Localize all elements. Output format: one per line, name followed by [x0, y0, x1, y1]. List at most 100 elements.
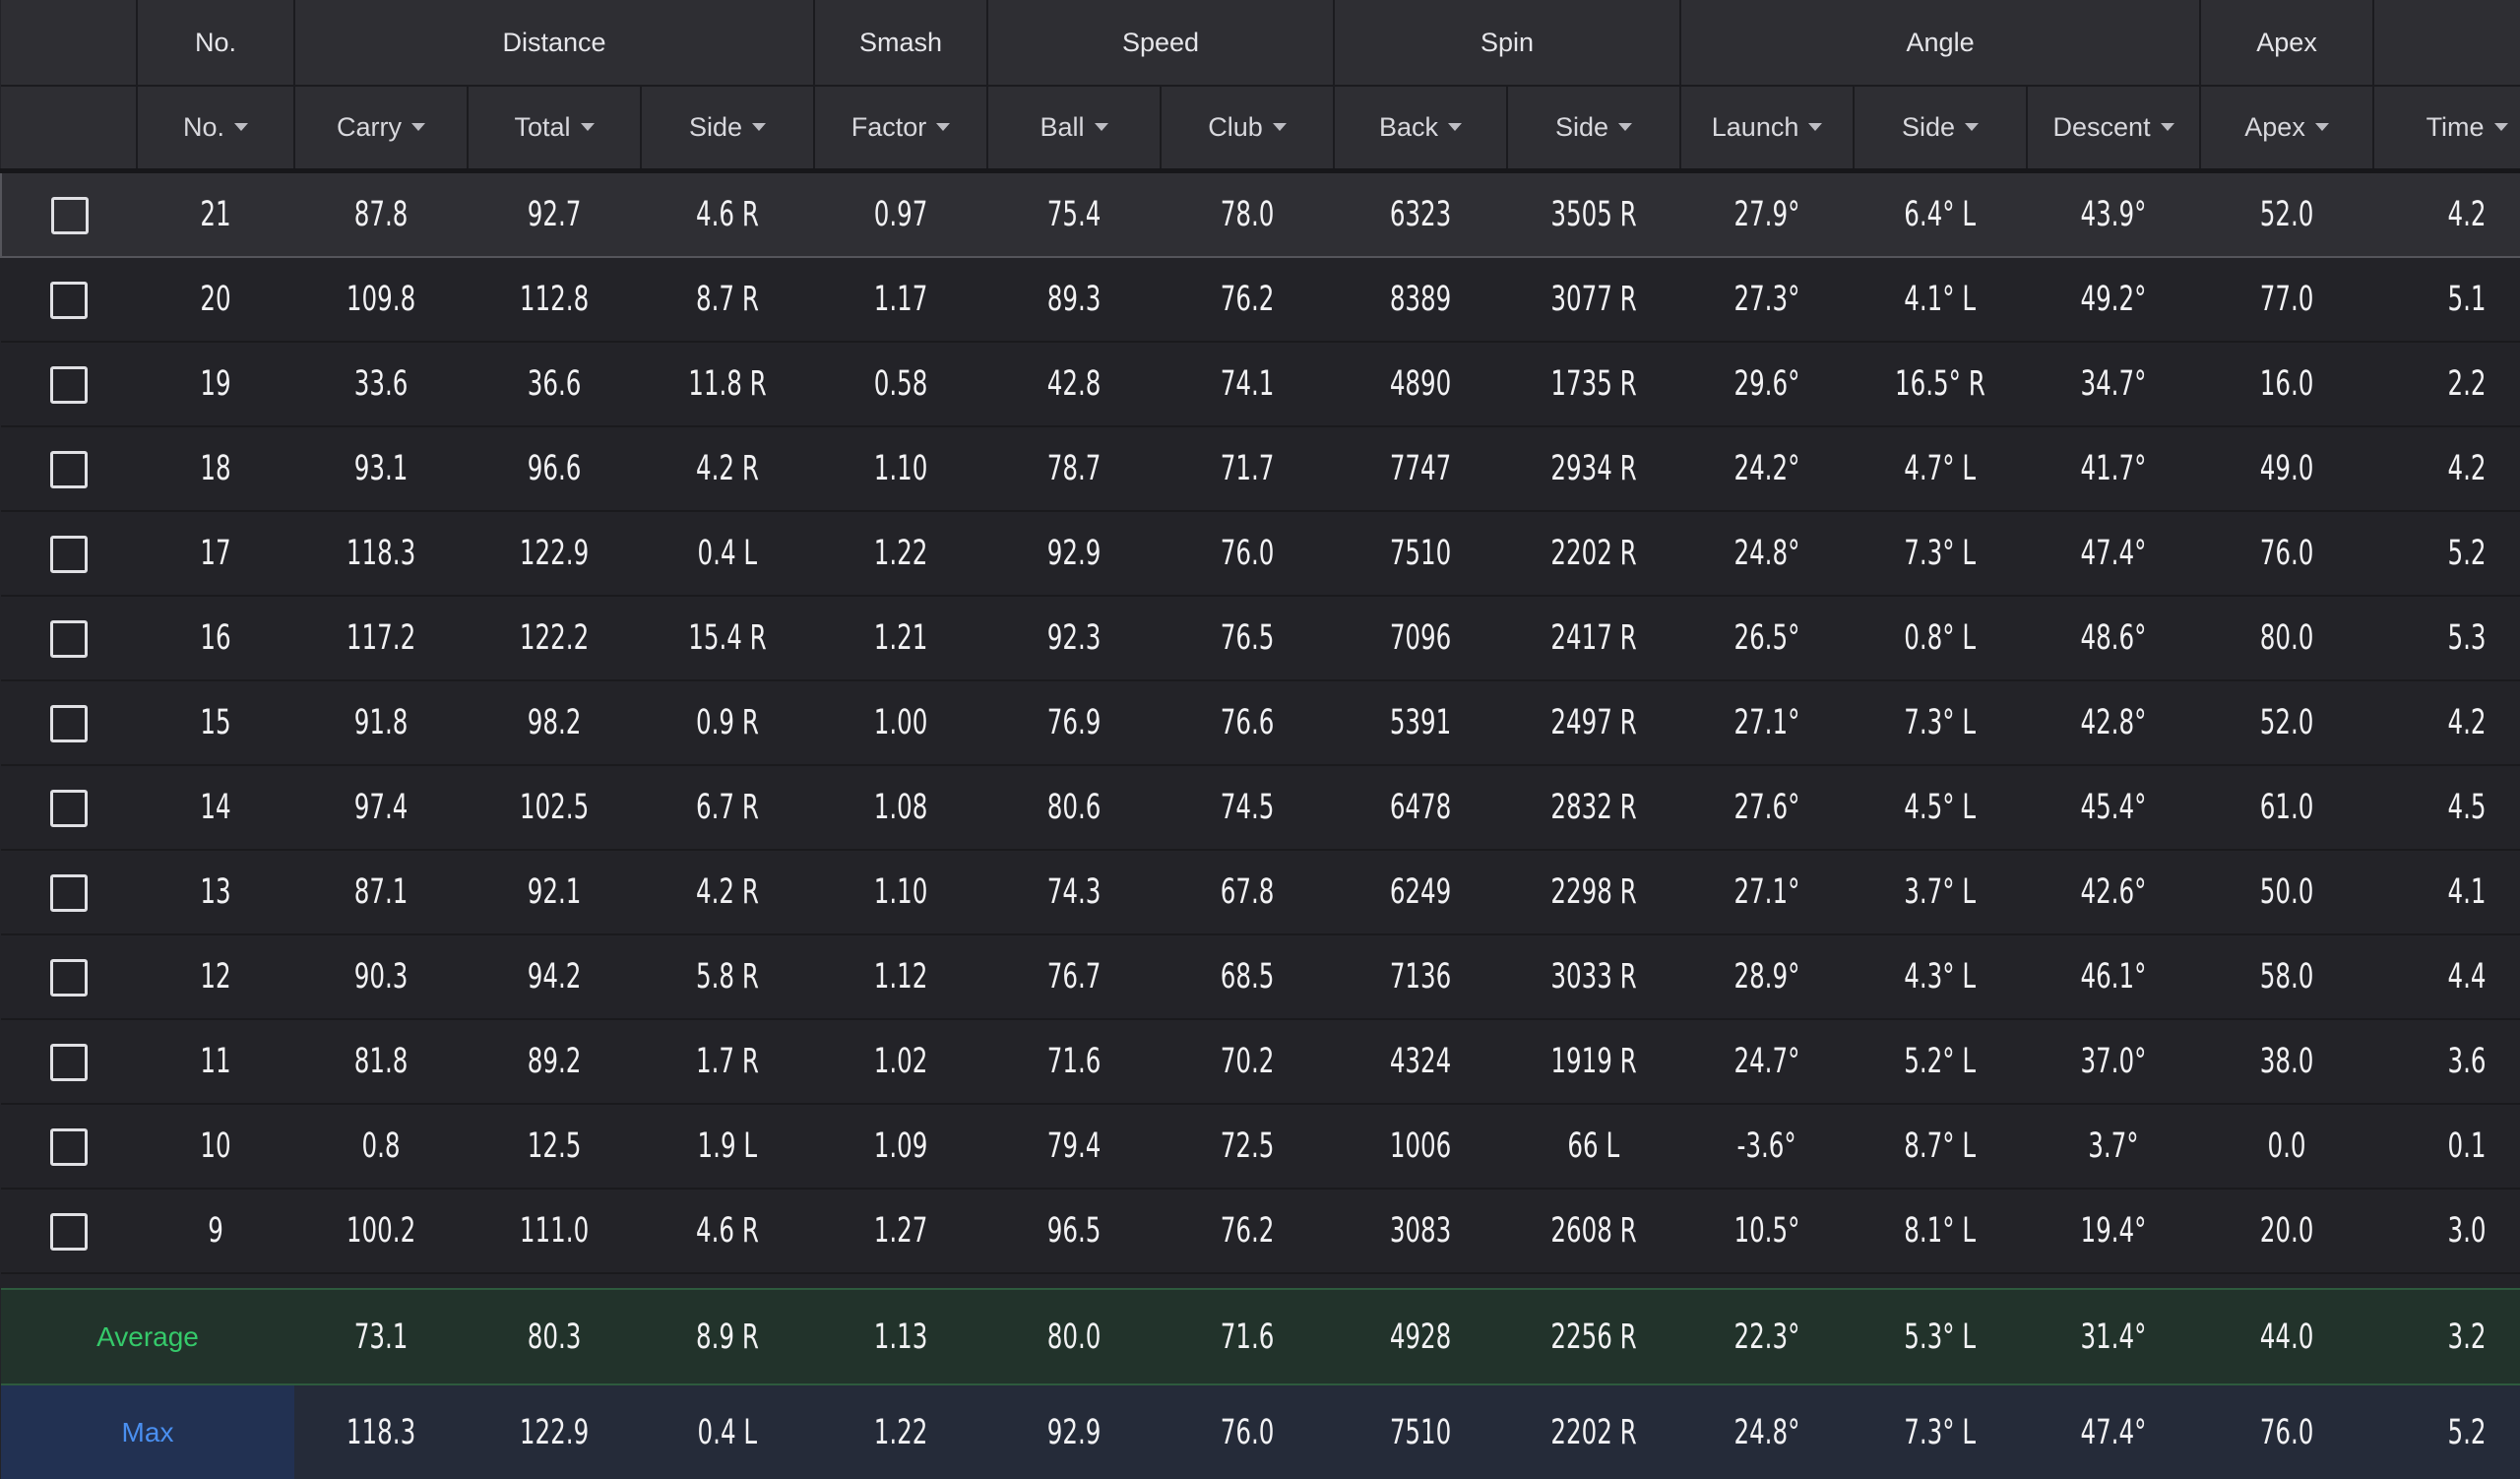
- row-checkbox[interactable]: [50, 790, 88, 827]
- cell-value: 3.0: [2447, 1211, 2487, 1251]
- row-checkbox[interactable]: [50, 1213, 88, 1251]
- caret-down-icon[interactable]: [2493, 122, 2508, 131]
- row-checkbox[interactable]: [50, 959, 88, 997]
- cell-time: 4.2: [2373, 426, 2520, 512]
- summary-value: 76.0: [2259, 1412, 2314, 1452]
- max-cell-smash: 1.22: [814, 1384, 988, 1479]
- cell-spin-side: 66 L: [1507, 1104, 1681, 1190]
- cell-time: 4.2: [2373, 680, 2520, 766]
- cell-value: 4.5: [2447, 788, 2487, 827]
- table-row[interactable]: 15 91.8 98.2 0.9 R 1.00 76.9 76.6 5391 2497 R 27.…: [1, 680, 2520, 766]
- row-checkbox[interactable]: [50, 1128, 88, 1166]
- column-header-descent[interactable]: Descent: [2027, 86, 2202, 173]
- row-checkbox[interactable]: [50, 366, 88, 404]
- cell-value: 1.09: [873, 1126, 928, 1166]
- caret-down-icon[interactable]: [936, 122, 951, 131]
- cell-back: 1006: [1334, 1104, 1508, 1190]
- cell-value: 14: [200, 788, 231, 827]
- column-header-launch[interactable]: Launch: [1680, 86, 1856, 173]
- caret-down-icon[interactable]: [411, 122, 425, 131]
- column-header-apex[interactable]: Apex: [2200, 86, 2375, 173]
- column-header-angle-side[interactable]: Side: [1854, 86, 2029, 173]
- column-header-total[interactable]: Total: [468, 86, 642, 173]
- column-header-back[interactable]: Back: [1334, 86, 1509, 173]
- cell-value: 10: [200, 1126, 231, 1166]
- cell-value: 4890: [1389, 364, 1452, 404]
- caret-down-icon[interactable]: [1272, 122, 1287, 131]
- cell-spin-side: 3033 R: [1507, 934, 1681, 1020]
- cell-value: 33.6: [353, 364, 409, 404]
- caret-down-icon[interactable]: [1618, 122, 1633, 131]
- table-row[interactable]: 19 33.6 36.6 11.8 R 0.58 42.8 74.1 4890 1735 R 29…: [1, 342, 2520, 427]
- cell-value: 74.1: [1220, 364, 1275, 404]
- table-row[interactable]: 18 93.1 96.6 4.2 R 1.10 78.7 71.7 7747 2934 R 24.…: [1, 426, 2520, 512]
- caret-down-icon[interactable]: [1808, 122, 1823, 131]
- cell-value: 2608 R: [1550, 1211, 1637, 1251]
- cell-value: 13: [200, 872, 231, 912]
- cell-value: 27.1°: [1733, 703, 1800, 742]
- summary-value: 80.3: [527, 1317, 582, 1357]
- table-row[interactable]: 12 90.3 94.2 5.8 R 1.12 76.7 68.5 7136 3033 R 28.…: [1, 934, 2520, 1020]
- table-row[interactable]: 13 87.1 92.1 4.2 R 1.10 74.3 67.8 6249 2298 R 27.…: [1, 850, 2520, 935]
- cell-carry: 0.8: [294, 1104, 468, 1190]
- table-row[interactable]: 21 87.8 92.7 4.6 R 0.97 75.4 78.0 6323 3505 R 27.…: [0, 169, 2520, 258]
- table-row[interactable]: 20 109.8 112.8 8.7 R 1.17 89.3 76.2 8389 3077 R 2…: [1, 257, 2520, 343]
- row-select-cell: [1, 680, 137, 766]
- column-header-side[interactable]: Side: [641, 86, 816, 173]
- column-header-smash[interactable]: Factor: [814, 86, 989, 173]
- cell-time: 3.6: [2373, 1019, 2520, 1105]
- row-checkbox[interactable]: [50, 451, 88, 488]
- cell-value: 27.9°: [1733, 195, 1800, 234]
- caret-down-icon[interactable]: [1448, 122, 1463, 131]
- cell-value: 24.2°: [1733, 449, 1800, 488]
- row-checkbox[interactable]: [50, 705, 88, 742]
- row-checkbox[interactable]: [50, 197, 89, 234]
- average-label: Average: [1, 1288, 294, 1385]
- table-row[interactable]: 10 0.8 12.5 1.9 L 1.09 79.4 72.5 1006 66 L -3.6° 8…: [1, 1104, 2520, 1190]
- caret-down-icon[interactable]: [752, 122, 767, 131]
- cell-no: 11: [137, 1019, 294, 1105]
- column-header-no[interactable]: No.: [137, 86, 295, 173]
- table-row[interactable]: 16 117.2 122.2 15.4 R 1.21 92.3 76.5 7096 2417 R…: [1, 596, 2520, 681]
- column-header-label: Launch: [1711, 112, 1799, 142]
- caret-down-icon[interactable]: [234, 122, 249, 131]
- row-select-cell: [1, 596, 137, 681]
- column-header-club[interactable]: Club: [1161, 86, 1336, 173]
- cell-value: 11: [200, 1042, 231, 1081]
- summary-value: 76.0: [1220, 1412, 1275, 1452]
- row-checkbox[interactable]: [50, 282, 88, 319]
- row-select-cell: [1, 511, 137, 597]
- cell-value: 7.3° L: [1904, 534, 1977, 573]
- cell-side: 4.6 R: [641, 169, 815, 258]
- caret-down-icon[interactable]: [1965, 122, 1980, 131]
- caret-down-icon[interactable]: [580, 122, 595, 131]
- table-row[interactable]: 14 97.4 102.5 6.7 R 1.08 80.6 74.5 6478 2832 R 27…: [1, 765, 2520, 851]
- row-checkbox[interactable]: [50, 536, 88, 573]
- summary-value: 2202 R: [1550, 1412, 1637, 1452]
- summary-value: 44.0: [2259, 1317, 2314, 1357]
- cell-value: 0.97: [873, 195, 928, 234]
- column-header-spin-side[interactable]: Side: [1507, 86, 1682, 173]
- row-checkbox[interactable]: [50, 874, 88, 912]
- caret-down-icon[interactable]: [2160, 122, 2174, 131]
- caret-down-icon[interactable]: [1094, 122, 1108, 131]
- column-header-time[interactable]: Time: [2373, 86, 2520, 173]
- caret-down-icon[interactable]: [2314, 122, 2329, 131]
- table-row[interactable]: 11 81.8 89.2 1.7 R 1.02 71.6 70.2 4324 1919 R 24.…: [1, 1019, 2520, 1105]
- cell-value: 1.27: [873, 1211, 928, 1251]
- column-header-ball[interactable]: Ball: [987, 86, 1163, 173]
- cell-time: 5.1: [2373, 257, 2520, 343]
- cell-value: 96.6: [527, 449, 582, 488]
- table-row[interactable]: 17 118.3 122.9 0.4 L 1.22 92.9 76.0 7510 2202 R 2…: [1, 511, 2520, 597]
- row-checkbox[interactable]: [50, 620, 88, 658]
- cell-apex: 16.0: [2200, 342, 2374, 427]
- cell-value: 76.0: [1220, 534, 1275, 573]
- table-row[interactable]: 9 100.2 111.0 4.6 R 1.27 96.5 76.2 3083 2608 R 10…: [1, 1189, 2520, 1274]
- cell-value: 1.10: [873, 872, 928, 912]
- summary-value: 8.9 R: [696, 1317, 759, 1357]
- cell-carry: 87.8: [294, 169, 468, 258]
- cell-launch: 27.1°: [1680, 850, 1855, 935]
- column-header-carry[interactable]: Carry: [294, 86, 469, 173]
- average-cell-smash: 1.13: [814, 1288, 988, 1385]
- row-checkbox[interactable]: [50, 1044, 88, 1081]
